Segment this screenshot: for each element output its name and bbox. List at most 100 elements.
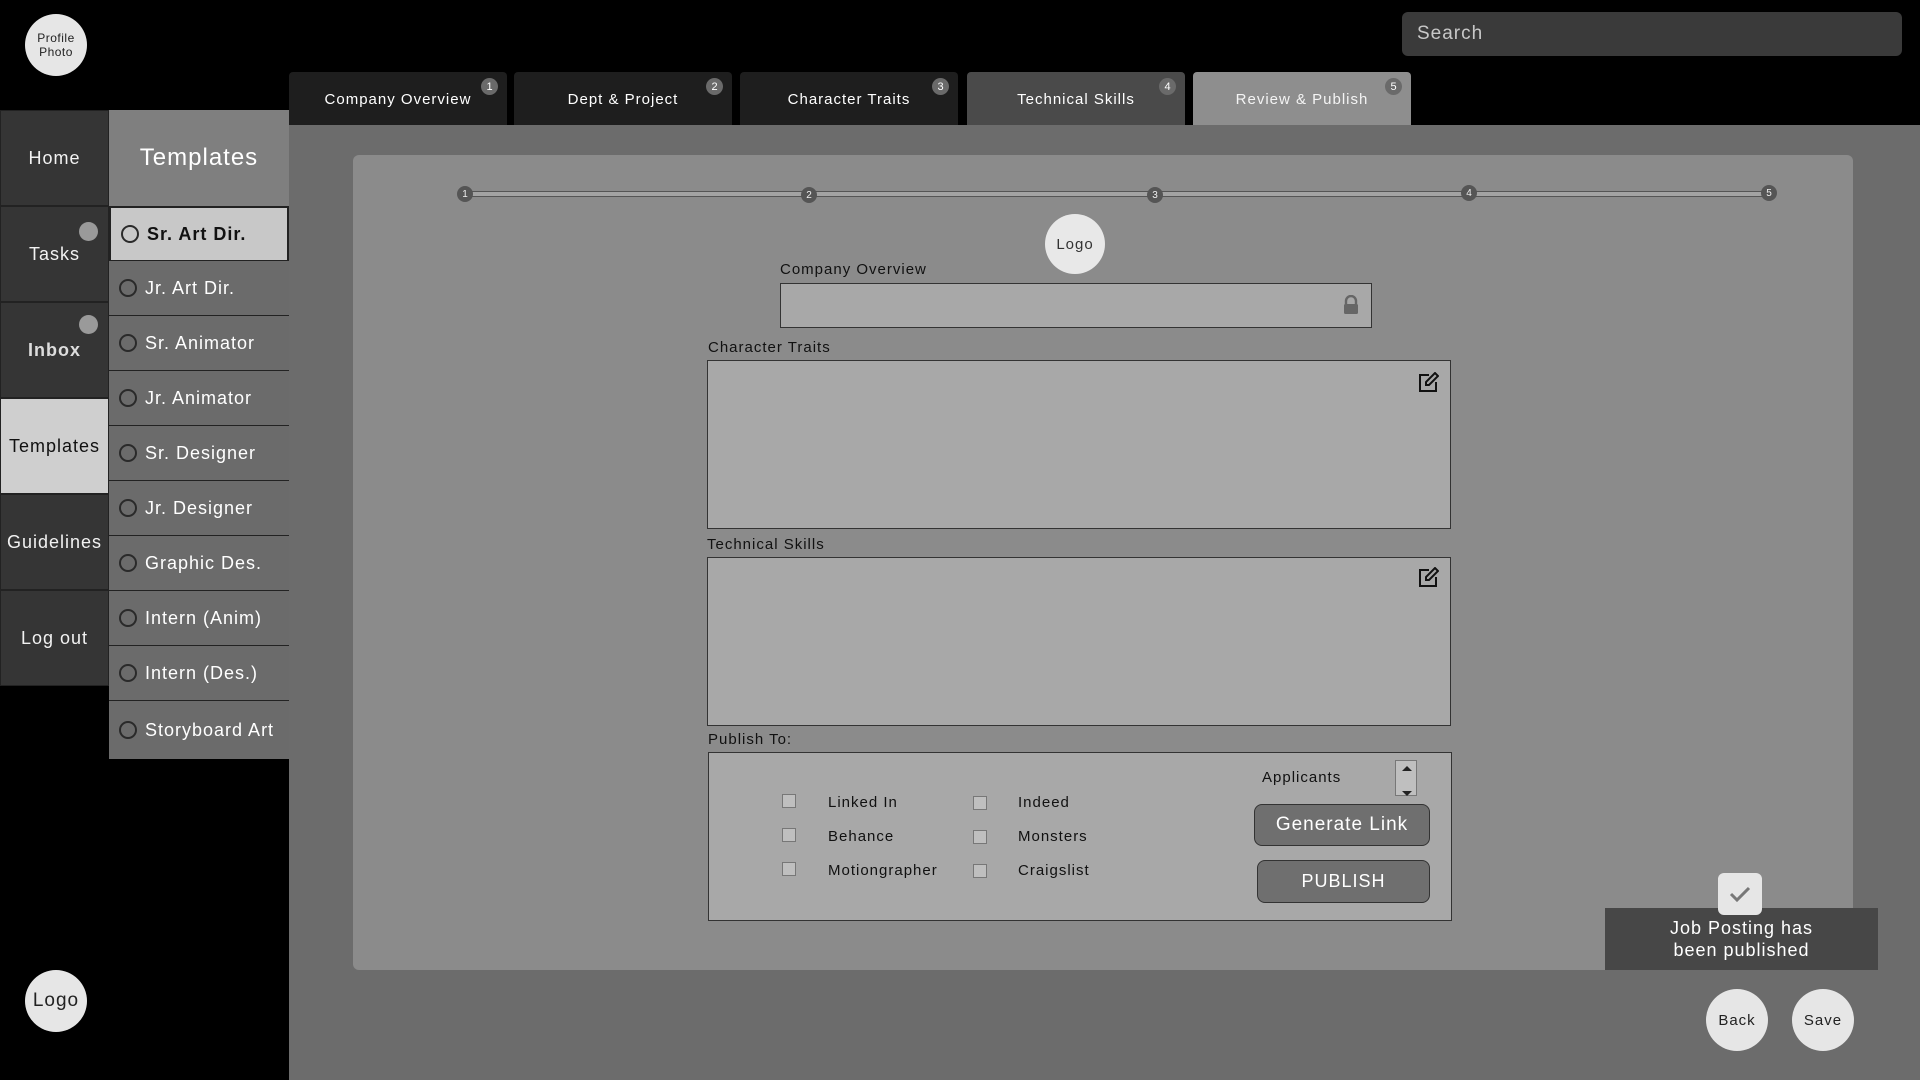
toast-line-2: been published xyxy=(1673,940,1810,960)
nav-label: Templates xyxy=(8,435,101,456)
checkbox-behance[interactable] xyxy=(782,828,796,842)
checkbox-label: Behance xyxy=(828,828,895,845)
radio-button[interactable] xyxy=(119,389,137,407)
template-item[interactable]: Jr. Animator xyxy=(109,371,289,427)
nav-label: Guidelines xyxy=(6,531,103,552)
company-overview-field[interactable] xyxy=(780,283,1372,328)
nav-label: Home xyxy=(28,147,81,168)
nav-guidelines[interactable]: Guidelines xyxy=(0,494,109,590)
template-label: Jr. Animator xyxy=(145,387,253,408)
nav-label: Log out xyxy=(20,627,89,648)
tab-number-badge: 3 xyxy=(932,78,949,95)
radio-button[interactable] xyxy=(119,499,137,517)
check-icon xyxy=(1718,873,1762,915)
tab-number-badge: 1 xyxy=(481,78,498,95)
edit-icon[interactable] xyxy=(1416,566,1440,590)
checkbox-indeed[interactable] xyxy=(973,796,987,810)
logo: Logo xyxy=(25,970,87,1032)
template-item[interactable]: Jr. Art Dir. xyxy=(109,261,289,317)
tab-company-overview[interactable]: Company Overview 1 xyxy=(289,72,507,126)
publish-to-label: Publish To: xyxy=(708,731,793,748)
tab-label: Technical Skills xyxy=(1017,90,1135,108)
technical-skills-label: Technical Skills xyxy=(707,536,825,553)
search-input[interactable] xyxy=(1402,12,1902,56)
template-item[interactable]: Intern (Anim) xyxy=(109,591,289,647)
checkbox-label: Linked In xyxy=(828,794,898,811)
progress-step[interactable]: 2 xyxy=(801,187,817,203)
nav-inbox[interactable]: Inbox xyxy=(0,302,109,398)
template-label: Intern (Anim) xyxy=(145,607,263,628)
template-item[interactable]: Intern (Des.) xyxy=(109,646,289,702)
profile-label-1: Profile xyxy=(37,31,75,45)
progress-step[interactable]: 4 xyxy=(1461,185,1477,201)
notification-dot xyxy=(79,315,98,334)
tab-label: Dept & Project xyxy=(567,90,679,108)
checkbox-label: Indeed xyxy=(1018,794,1070,811)
template-label: Jr. Art Dir. xyxy=(145,277,236,298)
templates-header: Templates xyxy=(109,110,289,206)
template-label: Sr. Art Dir. xyxy=(147,223,247,244)
template-label: Sr. Animator xyxy=(145,332,256,353)
nav-tasks[interactable]: Tasks xyxy=(0,206,109,302)
character-traits-textarea[interactable] xyxy=(707,360,1451,529)
nav-logout[interactable]: Log out xyxy=(0,590,109,686)
back-button[interactable]: Back xyxy=(1706,989,1768,1051)
template-item[interactable]: Sr. Animator xyxy=(109,316,289,372)
character-traits-label: Character Traits xyxy=(708,339,831,356)
radio-button[interactable] xyxy=(119,334,137,352)
checkbox-label: Motiongrapher xyxy=(828,862,938,879)
template-item[interactable]: Graphic Des. xyxy=(109,536,289,592)
checkbox-linkedin[interactable] xyxy=(782,794,796,808)
template-item[interactable]: Sr. Art Dir. xyxy=(109,206,289,262)
nav-home[interactable]: Home xyxy=(0,110,109,206)
company-logo[interactable]: Logo xyxy=(1045,214,1105,274)
radio-button[interactable] xyxy=(119,554,137,572)
template-label: Graphic Des. xyxy=(145,552,263,573)
radio-button[interactable] xyxy=(119,721,137,739)
checkbox-label: Monsters xyxy=(1018,828,1088,845)
tab-review-publish[interactable]: Review & Publish 5 xyxy=(1193,72,1411,126)
tab-character-traits[interactable]: Character Traits 3 xyxy=(740,72,958,126)
nav-label: Tasks xyxy=(28,243,80,264)
generate-link-button[interactable]: Generate Link xyxy=(1254,804,1430,846)
tab-technical-skills[interactable]: Technical Skills 4 xyxy=(967,72,1185,126)
progress-step[interactable]: 1 xyxy=(457,186,473,202)
notification-dot xyxy=(79,222,98,241)
edit-icon[interactable] xyxy=(1416,371,1440,395)
toast-line-1: Job Posting has xyxy=(1669,918,1814,938)
nav-templates[interactable]: Templates xyxy=(0,398,109,494)
applicants-stepper[interactable] xyxy=(1395,760,1417,796)
template-label: Sr. Designer xyxy=(145,442,257,463)
tab-dept-project[interactable]: Dept & Project 2 xyxy=(514,72,732,126)
tab-number-badge: 4 xyxy=(1159,78,1176,95)
checkbox-monsters[interactable] xyxy=(973,830,987,844)
radio-button[interactable] xyxy=(119,444,137,462)
tab-label: Character Traits xyxy=(787,90,911,108)
applicants-label: Applicants xyxy=(1262,769,1342,786)
template-item[interactable]: Jr. Designer xyxy=(109,481,289,537)
radio-button[interactable] xyxy=(121,225,139,243)
tab-label: Review & Publish xyxy=(1235,90,1369,108)
profile-label-2: Photo xyxy=(39,45,73,59)
checkbox-motiongrapher[interactable] xyxy=(782,862,796,876)
technical-skills-textarea[interactable] xyxy=(707,557,1451,726)
progress-step[interactable]: 3 xyxy=(1147,187,1163,203)
progress-step[interactable]: 5 xyxy=(1761,185,1777,201)
publish-button[interactable]: PUBLISH xyxy=(1257,860,1430,903)
template-item[interactable]: Storyboard Art xyxy=(109,701,289,759)
template-item[interactable]: Sr. Designer xyxy=(109,426,289,482)
radio-button[interactable] xyxy=(119,609,137,627)
profile-photo[interactable]: Profile Photo xyxy=(25,14,87,76)
lock-icon xyxy=(1341,294,1361,316)
save-button[interactable]: Save xyxy=(1792,989,1854,1051)
tab-number-badge: 5 xyxy=(1385,78,1402,95)
logo-text: Logo xyxy=(1056,235,1094,253)
templates-title: Templates xyxy=(139,144,259,171)
radio-button[interactable] xyxy=(119,279,137,297)
tab-number-badge: 2 xyxy=(706,78,723,95)
checkbox-label: Craigslist xyxy=(1018,862,1090,879)
tab-label: Company Overview xyxy=(324,90,472,108)
radio-button[interactable] xyxy=(119,664,137,682)
checkbox-craigslist[interactable] xyxy=(973,864,987,878)
template-label: Jr. Designer xyxy=(145,497,254,518)
